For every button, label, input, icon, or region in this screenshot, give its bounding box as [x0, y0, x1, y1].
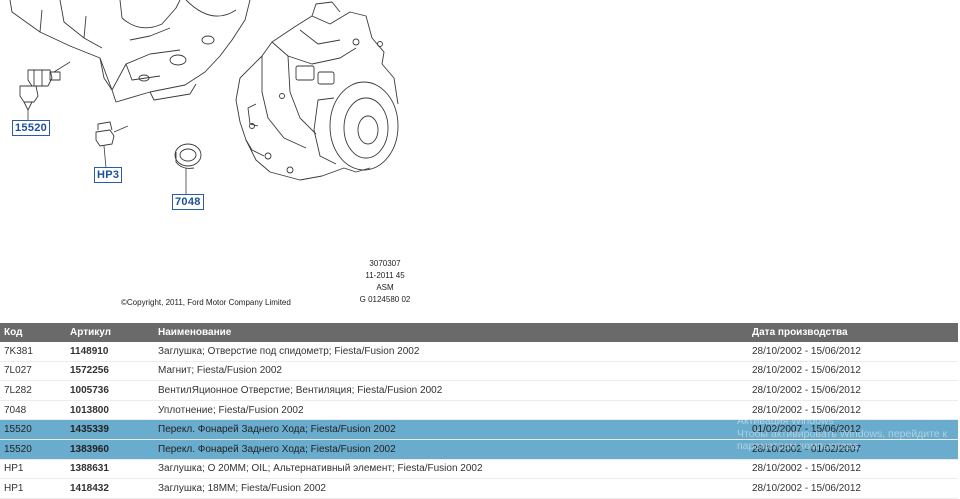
- cell-name: ВентилЯционное Отверстие; Вентиляция; Fi…: [158, 384, 443, 396]
- cell-article[interactable]: 1388631: [66, 459, 154, 479]
- cell-code: 7K381: [4, 345, 33, 357]
- table-row-selected[interactable]: 15520 1383960 Перекл. Фонарей Заднего Хо…: [0, 439, 958, 460]
- cell-date: 28/10/2002 - 15/06/2012: [752, 463, 861, 475]
- copyright-text: ©Copyright, 2011, Ford Motor Company Lim…: [121, 298, 291, 307]
- cell-code: 7048: [4, 404, 27, 416]
- cell-article[interactable]: 1005736: [66, 381, 154, 401]
- table-header-row: Код Артикул Наименование Дата производст…: [0, 323, 958, 342]
- table-row[interactable]: 7048 1013800 Уплотнение; Fiesta/Fusion 2…: [0, 400, 958, 420]
- stamp-line: 11-2011 45: [365, 271, 405, 280]
- cell-name: Уплотнение; Fiesta/Fusion 2002: [158, 404, 304, 416]
- cell-code: HP1: [4, 482, 24, 494]
- header-article[interactable]: Артикул: [66, 323, 154, 342]
- callout-15520[interactable]: 15520: [12, 120, 51, 136]
- cell-date: 28/10/2002 - 15/06/2012: [752, 345, 861, 357]
- table-row[interactable]: HP1 1388631 Заглушка; О 20ММ; OIL; Альте…: [0, 459, 958, 479]
- table-row[interactable]: 7L282 1005736 ВентилЯционное Отверстие; …: [0, 381, 958, 401]
- table-row[interactable]: HP1 1418432 Заглушка; 18ММ; Fiesta/Fusio…: [0, 479, 958, 499]
- stamp-line: G 0124580 02: [359, 295, 411, 304]
- header-name[interactable]: Наименование: [154, 323, 748, 342]
- callout-7048[interactable]: 7048: [172, 194, 204, 210]
- cell-date: 28/10/2002 - 15/06/2012: [752, 384, 861, 396]
- cell-code: 7L027: [4, 365, 32, 377]
- table-row[interactable]: 7L027 1572256 Магнит; Fiesta/Fusion 2002…: [0, 361, 958, 381]
- cell-article[interactable]: 1418432: [66, 479, 154, 499]
- diagram-stamp: 3070307 11-2011 45 ASM G 0124580 02: [330, 258, 440, 306]
- cell-name: Заглушка; Отверстие под спидометр; Fiest…: [158, 345, 420, 357]
- cell-article[interactable]: 1383960: [66, 439, 154, 460]
- cell-date: 28/10/2002 - 01/02/2007: [748, 439, 958, 460]
- cell-name: Заглушка; 18ММ; Fiesta/Fusion 2002: [158, 482, 326, 494]
- stamp-line: 3070307: [369, 259, 401, 268]
- cell-article[interactable]: 1013800: [66, 400, 154, 420]
- cell-name: Перекл. Фонарей Заднего Хода; Fiesta/Fus…: [154, 419, 748, 440]
- cell-name: Заглушка; О 20ММ; OIL; Альтернативный эл…: [158, 463, 483, 475]
- cell-date: 28/10/2002 - 15/06/2012: [752, 404, 861, 416]
- cell-code: 7L282: [4, 384, 32, 396]
- cell-article[interactable]: 1148910: [66, 342, 154, 361]
- cell-date: 28/10/2002 - 15/06/2012: [752, 482, 861, 494]
- callout-hp3[interactable]: HP3: [94, 167, 123, 183]
- cell-name: Перекл. Фонарей Заднего Хода; Fiesta/Fus…: [154, 439, 748, 460]
- header-code[interactable]: Код: [0, 323, 66, 342]
- cell-name: Магнит; Fiesta/Fusion 2002: [158, 365, 282, 377]
- table-row-selected[interactable]: 15520 1435339 Перекл. Фонарей Заднего Хо…: [0, 419, 958, 440]
- cell-article[interactable]: 1435339: [66, 419, 154, 440]
- parts-table: Код Артикул Наименование Дата производст…: [0, 323, 958, 499]
- cell-date: 01/02/2007 - 15/06/2012: [748, 419, 958, 440]
- cell-code: 15520: [0, 419, 66, 440]
- table-row[interactable]: 7K381 1148910 Заглушка; Отверстие под сп…: [0, 342, 958, 362]
- stamp-line: ASM: [376, 283, 394, 292]
- header-date[interactable]: Дата производства: [748, 323, 958, 342]
- gearbox-drawing: [9, 0, 399, 194]
- parts-diagram: 15520 HP3 7048 3070307 11-2011 45 ASM G …: [0, 0, 960, 322]
- cell-code: 15520: [0, 439, 66, 460]
- cell-date: 28/10/2002 - 15/06/2012: [752, 365, 861, 377]
- cell-code: HP1: [4, 463, 24, 475]
- cell-article[interactable]: 1572256: [66, 361, 154, 381]
